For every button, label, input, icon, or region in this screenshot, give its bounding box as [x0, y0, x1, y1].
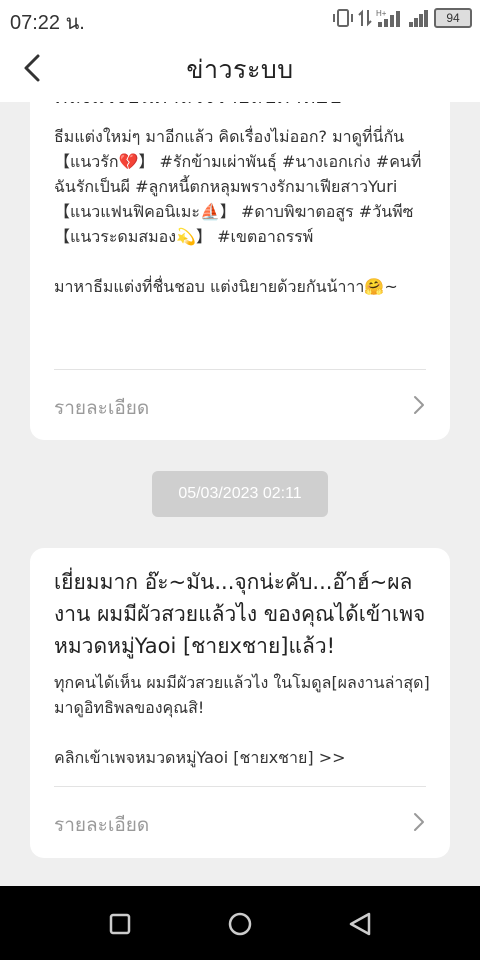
signal-icon	[409, 10, 428, 27]
divider	[54, 369, 426, 370]
circle-icon[interactable]	[220, 904, 260, 944]
details-label: รายละเอียด	[54, 814, 150, 836]
details-link[interactable]: รายละเอียด	[54, 385, 430, 425]
message-list[interactable]: คลังแรงบันดาลใจรายสัปดาห์21 ธีมแต่งใหม่ๆ…	[0, 102, 480, 886]
status-time: 07:22 น.	[10, 12, 85, 34]
triangle-icon[interactable]	[340, 904, 380, 944]
message-title: เยี่ยมมาก อ๊ะ~มัน...จุกน่ะคับ...อ๊าฮ์~ผล…	[54, 570, 426, 658]
message-title: คลังแรงบันดาลใจรายสัปดาห์21	[54, 102, 426, 110]
message-card[interactable]: เยี่ยมมาก อ๊ะ~มัน...จุกน่ะคับ...อ๊าฮ์~ผล…	[30, 548, 450, 858]
message-body: ทุกคนได้เห็น ผมมีผัวสวยแล้วไง ในโมดูล[ผล…	[54, 673, 430, 767]
square-icon[interactable]	[100, 904, 140, 944]
signal-h-plus-icon: H+	[376, 9, 400, 27]
details-link[interactable]: รายละเอียด	[54, 802, 430, 842]
navigation-bar	[0, 886, 480, 960]
message-body: ธีมแต่งใหม่ๆ มาอีกแล้ว คิดเรื่องไม่ออก? …	[54, 127, 422, 296]
status-icons: H+ 94	[332, 8, 472, 28]
chevron-right-icon	[414, 396, 424, 414]
vibrate-icon	[333, 9, 353, 27]
page-title: ข่าวระบบ	[186, 55, 294, 84]
details-label: รายละเอียด	[54, 397, 150, 419]
chevron-right-icon	[414, 813, 424, 831]
svg-text:H+: H+	[376, 9, 387, 18]
divider	[54, 786, 426, 787]
status-bar: 07:22 น. H+ 94	[0, 0, 480, 36]
timestamp-badge: 05/03/2023 02:11	[152, 471, 328, 517]
message-card[interactable]: คลังแรงบันดาลใจรายสัปดาห์21 ธีมแต่งใหม่ๆ…	[30, 102, 450, 440]
data-transfer-icon	[358, 9, 372, 27]
battery-indicator: 94	[434, 8, 472, 28]
header: ข่าวระบบ	[0, 36, 480, 102]
